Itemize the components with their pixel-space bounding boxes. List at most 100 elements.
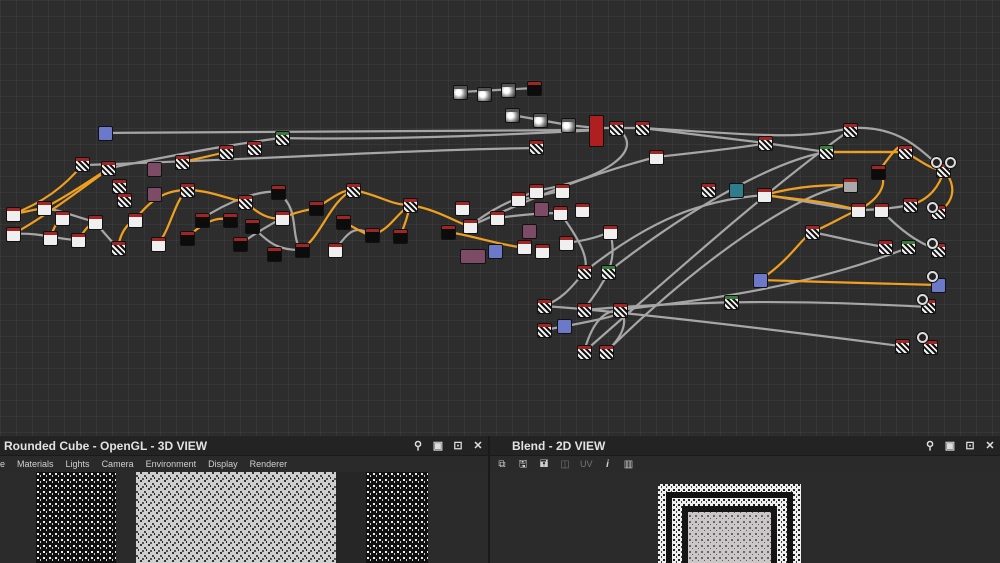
menu-item-file[interactable]: e [0,459,5,469]
graph-node[interactable] [248,142,261,155]
graph-node[interactable] [535,203,548,216]
graph-node[interactable] [578,304,591,317]
graph-node[interactable] [758,189,771,202]
graph-node[interactable] [454,86,467,99]
graph-node[interactable] [181,232,194,245]
graph-node[interactable] [489,245,502,258]
graph-node[interactable] [366,229,379,242]
graph-node[interactable] [296,244,309,257]
close-icon[interactable]: ✕ [472,440,484,452]
graph-node[interactable] [181,184,194,197]
graph-node[interactable] [896,340,909,353]
graph-node[interactable] [534,114,547,127]
output-node-icon[interactable] [927,271,938,282]
graph-node[interactable] [224,214,237,227]
graph-node[interactable] [530,185,543,198]
maximize-icon[interactable]: ⊡ [452,440,464,452]
graph-node[interactable] [636,122,649,135]
uv-dropdown[interactable]: UV [580,459,593,469]
graph-node[interactable] [347,184,360,197]
graph-node[interactable] [99,127,112,140]
copy-icon[interactable]: ⧉ [496,459,508,470]
graph-node[interactable] [536,245,549,258]
graph-node[interactable] [7,208,20,221]
graph-node[interactable] [650,151,663,164]
graph-node[interactable] [478,88,491,101]
graph-node[interactable] [875,204,888,217]
graph-node[interactable] [604,226,617,239]
graph-node[interactable] [112,242,125,255]
graph-node[interactable] [276,212,289,225]
graph-node[interactable] [528,82,541,95]
graph-node[interactable] [506,109,519,122]
graph-node[interactable] [152,238,165,251]
graph-node[interactable] [610,122,623,135]
menu-item-materials[interactable]: Materials [17,459,54,469]
graph-node[interactable] [464,220,477,233]
graph-node[interactable] [899,146,912,159]
graph-node[interactable] [38,202,51,215]
graph-node[interactable] [272,186,285,199]
graph-node[interactable] [614,304,627,317]
graph-node[interactable] [602,266,615,279]
graph-node[interactable] [725,296,738,309]
graph-node[interactable] [118,194,131,207]
graph-node[interactable] [844,124,857,137]
graph-node[interactable] [148,188,161,201]
graph-node[interactable] [512,193,525,206]
save-as-icon[interactable]: 🖬 [538,459,550,470]
pin-icon[interactable]: ⚲ [412,440,424,452]
graph-node[interactable] [518,241,531,254]
restore-icon[interactable]: ▣ [944,440,956,452]
graph-node[interactable] [562,119,575,132]
channel-icon[interactable]: ◫ [559,459,571,470]
save-icon[interactable]: 🖫 [517,459,529,470]
menu-item-renderer[interactable]: Renderer [250,459,288,469]
graph-node[interactable] [578,346,591,359]
graph-node[interactable] [578,266,591,279]
graph-node[interactable] [491,212,504,225]
graph-node[interactable] [72,234,85,247]
graph-node[interactable] [129,214,142,227]
graph-node[interactable] [538,324,551,337]
output-node-icon[interactable] [927,238,938,249]
graph-node[interactable] [556,185,569,198]
output-node-icon[interactable] [945,157,956,168]
graph-node[interactable] [7,228,20,241]
graph-node[interactable] [558,320,571,333]
close-icon[interactable]: ✕ [984,440,996,452]
output-node-icon[interactable] [917,332,928,343]
graph-node[interactable] [523,225,536,238]
restore-icon[interactable]: ▣ [432,440,444,452]
graph-node[interactable] [102,162,115,175]
graph-node[interactable] [220,146,233,159]
graph-node[interactable] [337,216,350,229]
graph-node[interactable] [44,232,57,245]
graph-node[interactable] [852,204,865,217]
maximize-icon[interactable]: ⊡ [964,440,976,452]
menu-item-display[interactable]: Display [208,459,238,469]
graph-node[interactable] [806,226,819,239]
menu-item-camera[interactable]: Camera [102,459,134,469]
graph-node[interactable] [456,202,469,215]
graph-node[interactable] [576,204,589,217]
graph-node[interactable] [530,141,543,154]
graph-node[interactable] [56,212,69,225]
graph-node[interactable] [89,216,102,229]
graph-node[interactable] [820,146,833,159]
graph-node[interactable] [600,346,613,359]
graph-node[interactable] [404,199,417,212]
graph-node[interactable] [538,300,551,313]
graph-node[interactable] [879,241,892,254]
graph-node[interactable] [76,158,89,171]
pin-icon[interactable]: ⚲ [924,440,936,452]
graph-node[interactable] [730,184,743,197]
graph-node[interactable] [759,137,772,150]
graph-node[interactable] [902,241,915,254]
graph-node[interactable] [394,230,407,243]
node-graph-canvas[interactable] [0,0,1000,436]
graph-node[interactable] [904,199,917,212]
graph-node[interactable] [554,207,567,220]
graph-node[interactable] [276,132,289,145]
graph-node[interactable] [239,196,252,209]
